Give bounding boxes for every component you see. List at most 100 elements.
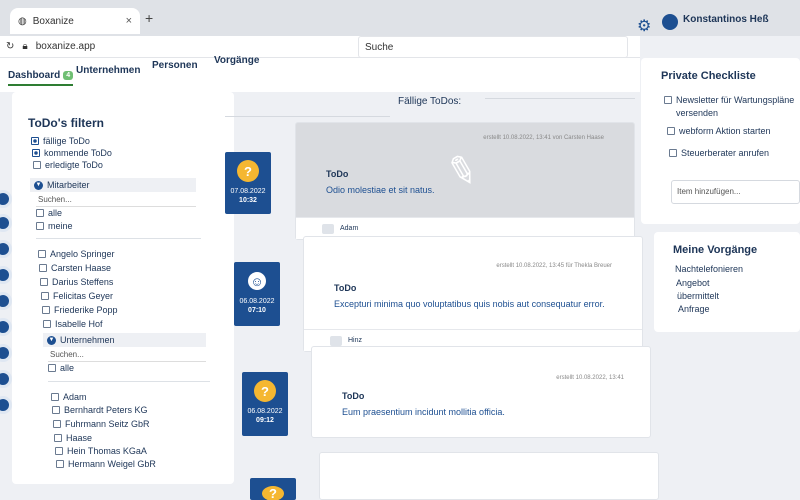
person-option[interactable]: Darius Steffens — [40, 277, 113, 287]
filter-status-erledigt[interactable]: erledigte ToDo — [33, 160, 103, 170]
mitarbeiter-option[interactable]: meine — [36, 221, 73, 231]
company-option[interactable]: Bernhardt Peters KG — [52, 405, 148, 415]
vorgang-item[interactable]: übermittelt — [677, 291, 719, 301]
unternehmen-search-input[interactable]: Suchen... — [48, 348, 206, 362]
company-option[interactable]: Haase — [54, 433, 92, 443]
checklist-item[interactable]: webform Aktion starten — [667, 126, 771, 136]
checkbox-label: kommende ToDo — [44, 148, 112, 158]
person-icon: ☺ — [246, 270, 268, 292]
rail-avatar-icon[interactable] — [0, 292, 12, 310]
unternehmen-option[interactable]: alle — [48, 363, 74, 373]
checkbox[interactable] — [667, 127, 675, 135]
filter-status-kommend[interactable]: kommende ToDo — [32, 148, 112, 158]
mitarbeiter-option[interactable]: alle — [36, 208, 62, 218]
checkbox[interactable] — [42, 306, 50, 314]
todo-company[interactable]: Hinz — [348, 337, 362, 344]
checkbox[interactable] — [54, 434, 62, 442]
user-name[interactable]: Konstantinos Heß — [683, 14, 769, 25]
company-option[interactable]: Hein Thomas KGaA — [55, 446, 147, 456]
todo-meta: erstellt 10.08.2022, 13:45 für Thekla Br… — [496, 263, 612, 269]
tab-dashboard[interactable]: Dashboard 4 — [8, 70, 74, 86]
browser-tab[interactable]: ◍ Boxanize × — [10, 8, 140, 34]
edit-pencil-icon[interactable]: ✎ — [441, 146, 483, 198]
checklist-add-input[interactable]: Item hinzufügen... — [671, 180, 800, 204]
rail-avatar-icon[interactable] — [0, 344, 12, 362]
filter-title: ToDo's filtern — [28, 116, 104, 130]
checkbox[interactable] — [48, 364, 56, 372]
url-text: boxanize.app — [35, 41, 96, 52]
todo-meta: erstellt 10.08.2022, 13:41 von Carsten H… — [483, 135, 604, 141]
search-input[interactable]: Suche — [358, 36, 628, 58]
unternehmen-section-toggle[interactable]: ▼ Unternehmen — [43, 333, 206, 347]
todo-time: 09:12 — [256, 417, 274, 424]
rail-avatar-icon[interactable] — [0, 370, 12, 388]
checklist-item[interactable]: Newsletter für Wartungspläne versenden — [664, 94, 800, 120]
checkbox[interactable] — [36, 222, 44, 230]
todo-card[interactable]: erstellt 10.08.2022, 13:41 ToDo Eum prae… — [311, 346, 651, 438]
checkbox[interactable] — [32, 149, 40, 157]
person-option[interactable]: Friederike Popp — [42, 305, 118, 315]
todo-card[interactable] — [319, 452, 659, 500]
reload-icon[interactable]: ↻ — [6, 41, 14, 52]
lock-icon: 🔒︎ — [22, 41, 28, 52]
todo-text: Eum praesentium incidunt mollitia offici… — [342, 407, 505, 417]
rail-avatar-icon[interactable] — [0, 396, 12, 414]
rail-avatar-icon[interactable] — [0, 266, 12, 284]
rail-avatar-icon[interactable] — [0, 190, 12, 208]
tab-vorgaenge[interactable]: Vorgänge — [214, 55, 259, 66]
checkbox[interactable] — [56, 460, 64, 468]
todo-card[interactable]: erstellt 10.08.2022, 13:45 für Thekla Br… — [303, 236, 643, 352]
avatar[interactable] — [662, 14, 678, 30]
todo-text: Excepturi minima quo voluptatibus quis n… — [334, 299, 605, 309]
company-option[interactable]: Hermann Weigel GbR — [56, 459, 156, 469]
checkbox[interactable] — [51, 393, 59, 401]
vorgang-item[interactable]: Nachtelefonieren — [675, 264, 743, 274]
checkbox[interactable] — [669, 149, 677, 157]
new-tab-button[interactable]: + — [145, 10, 153, 26]
checkbox[interactable] — [53, 420, 61, 428]
checkbox[interactable] — [52, 406, 60, 414]
checkbox-label: Bernhardt Peters KG — [64, 405, 148, 415]
checkbox[interactable] — [39, 264, 47, 272]
checkbox[interactable] — [41, 292, 49, 300]
close-icon[interactable]: × — [126, 15, 132, 27]
company-option[interactable]: Adam — [51, 392, 87, 402]
checkbox[interactable] — [33, 161, 41, 169]
gear-icon[interactable]: ⚙ — [637, 16, 651, 36]
person-option[interactable]: Isabelle Hof — [43, 319, 103, 329]
checklist-item-label: webform Aktion starten — [679, 126, 771, 136]
checkbox[interactable] — [31, 137, 39, 145]
checkbox-label: Hein Thomas KGaA — [67, 446, 147, 456]
vorgang-item[interactable]: Angebot — [676, 278, 710, 288]
vorgang-item[interactable]: Anfrage — [678, 304, 710, 314]
tab-personen[interactable]: Personen — [152, 60, 198, 71]
person-option[interactable]: Carsten Haase — [39, 263, 111, 273]
todo-title: ToDo — [342, 391, 365, 401]
checkbox[interactable] — [36, 209, 44, 217]
checkbox[interactable] — [38, 250, 46, 258]
rail-avatar-icon[interactable] — [0, 240, 12, 258]
tab-unternehmen[interactable]: Unternehmen — [76, 65, 140, 76]
filter-status-faellig[interactable]: fällige ToDo — [31, 136, 90, 146]
person-option[interactable]: Felicitas Geyer — [41, 291, 113, 301]
checkbox-label: alle — [60, 363, 75, 373]
checkbox[interactable] — [664, 96, 672, 104]
section-title: Fällige ToDos: — [398, 96, 462, 107]
question-icon: ? — [262, 486, 284, 500]
tab-title: Boxanize — [32, 15, 74, 27]
person-option[interactable]: Angelo Springer — [38, 249, 115, 259]
company-tag-icon — [330, 335, 342, 346]
rail-avatar-icon[interactable] — [0, 318, 12, 336]
mitarbeiter-search-input[interactable]: Suchen... — [36, 193, 196, 207]
checkbox-label: Darius Steffens — [52, 277, 114, 287]
todo-company[interactable]: Adam — [340, 225, 358, 232]
mitarbeiter-section-toggle[interactable]: ▼ Mitarbeiter — [30, 178, 196, 192]
checklist-item[interactable]: Steuerberater anrufen — [669, 148, 769, 158]
company-option[interactable]: Fuhrmann Seitz GbR — [53, 419, 150, 429]
todo-card[interactable]: erstellt 10.08.2022, 13:41 von Carsten H… — [295, 122, 635, 240]
checkbox[interactable] — [55, 447, 63, 455]
rail-avatar-icon[interactable] — [0, 214, 12, 232]
checkbox[interactable] — [40, 278, 48, 286]
checkbox[interactable] — [43, 320, 51, 328]
divider — [485, 98, 635, 99]
